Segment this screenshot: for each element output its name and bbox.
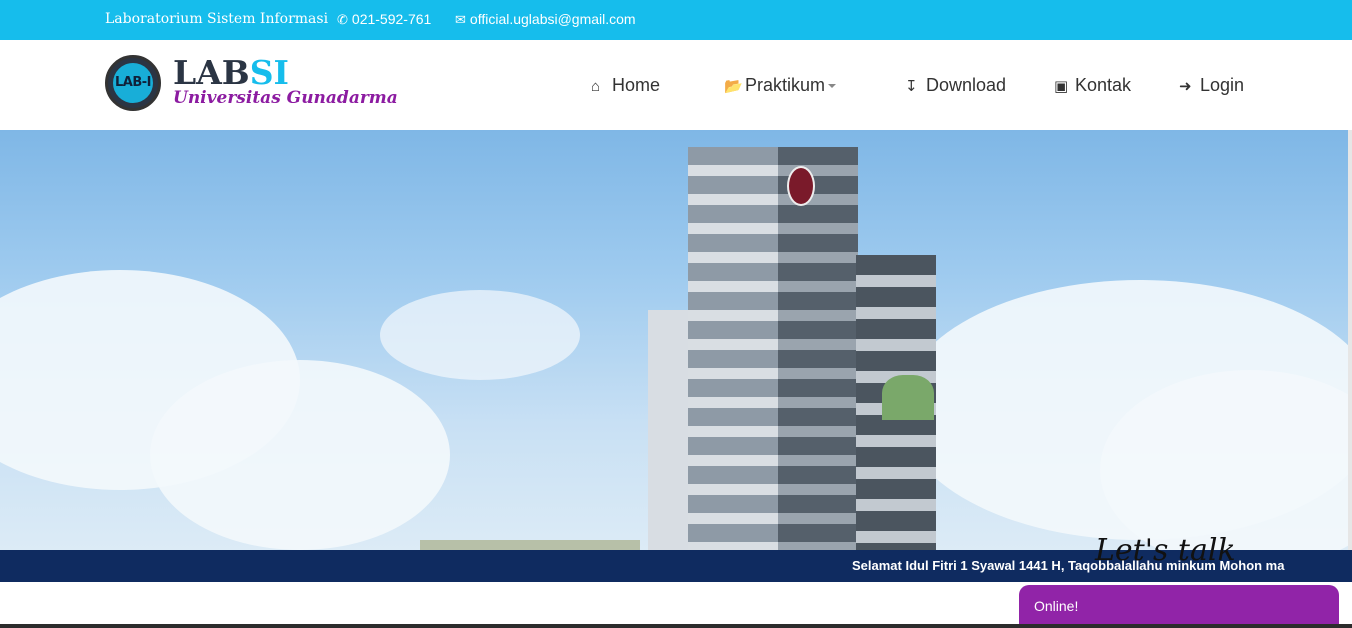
nav-kontak[interactable]: ▣ Kontak [1054,75,1131,96]
building-dark-facade [778,147,858,550]
envelope-icon: ✉ [455,12,466,27]
nav-download-label: Download [926,75,1007,95]
caret-down-icon [828,84,837,89]
rooftop-garden [882,375,934,420]
nav-kontak-label: Kontak [1075,75,1132,95]
nav-praktikum[interactable]: 📂 Praktikum [724,75,837,96]
address-book-icon: ▣ [1054,78,1069,95]
folder-open-icon: 📂 [724,78,743,95]
nav-login[interactable]: ➜ Login [1179,75,1244,96]
logo[interactable]: LAB-I [105,55,161,111]
email-address: official.uglabsi@gmail.com [469,11,636,27]
nav-download[interactable]: ↧ Download [905,75,1006,96]
nav-home-label: Home [612,75,661,95]
home-icon: ⌂ [591,78,601,95]
brand-name[interactable]: LABSI [173,54,289,92]
bottom-edge [0,624,1352,628]
podium [420,540,640,550]
phone-icon: ✆ [337,12,348,27]
download-icon: ↧ [905,78,918,95]
site-header: LAB-I LABSI Universitas Gunadarma ⌂ Home … [0,40,1352,130]
logo-text: LAB-I [113,63,153,103]
cloud [150,360,450,550]
page-scrollbar[interactable] [1348,130,1352,550]
top-info-bar: Laboratorium Sistem Informasi ✆ 021-592-7… [0,0,1352,40]
email-contact[interactable]: ✉ official.uglabsi@gmail.com [455,11,636,28]
cloud [380,290,580,380]
sign-in-icon: ➜ [1179,78,1192,95]
chat-widget[interactable]: Online! [1019,585,1339,628]
university-emblem [787,166,815,206]
hero-banner-image [0,130,1352,550]
nav-praktikum-label: Praktikum [745,75,826,95]
chat-status: Online! [1034,598,1079,614]
brand-tagline: Universitas Gunadarma [173,88,398,108]
chat-greeting[interactable]: Let's talk [1095,533,1236,568]
phone-contact[interactable]: ✆ 021-592-761 [337,11,431,28]
nav-home[interactable]: ⌂ Home [591,75,660,96]
nav-login-label: Login [1200,75,1245,95]
brand-accent: SI [249,53,289,92]
building-left-wing [648,310,693,550]
site-name: Laboratorium Sistem Informasi [105,11,329,27]
phone-number: 021-592-761 [351,11,432,27]
brand-main: LAB [173,53,250,92]
